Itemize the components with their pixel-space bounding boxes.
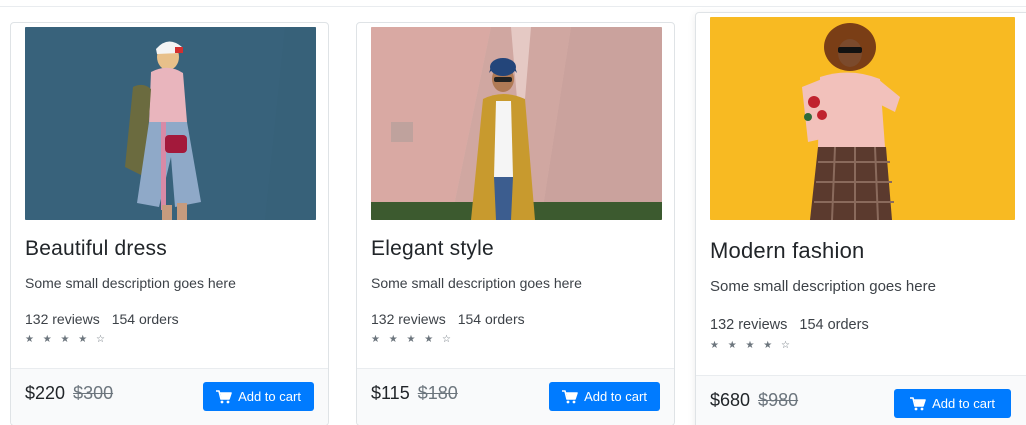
product-description: Some small description goes here: [371, 275, 582, 291]
product-title[interactable]: Elegant style: [371, 237, 660, 261]
top-divider: [0, 6, 1026, 7]
orders-count: 154 orders: [799, 317, 869, 333]
product-title[interactable]: Modern fashion: [710, 238, 1015, 264]
old-price: $980: [758, 390, 799, 410]
add-to-cart-label: Add to cart: [238, 389, 301, 404]
product-stats: 132 reviews 154 orders: [25, 311, 314, 327]
rating-stars: ★ ★ ★ ★ ☆: [371, 334, 454, 345]
add-to-cart-label: Add to cart: [584, 389, 647, 404]
model-photo-pink-building: [371, 27, 662, 220]
add-to-cart-label: Add to cart: [932, 396, 995, 411]
current-price: $115: [371, 383, 410, 403]
current-price: $680: [710, 390, 751, 410]
reviews-count: 132 reviews: [710, 317, 788, 333]
card-footer: $115 $180 Add to cart: [357, 368, 674, 425]
product-description: Some small description goes here: [25, 275, 236, 291]
orders-count: 154 orders: [457, 311, 525, 327]
product-image[interactable]: [710, 17, 1015, 220]
add-to-cart-button[interactable]: Add to cart: [203, 382, 314, 411]
rating-stars: ★ ★ ★ ★ ☆: [25, 334, 108, 345]
cart-icon: [216, 389, 232, 403]
product-image[interactable]: [25, 27, 316, 220]
price: $115 $180: [371, 383, 458, 404]
model-photo-blue-wall: [25, 27, 316, 220]
old-price: $180: [417, 383, 458, 403]
product-card-elegant-style: Elegant style Some small description goe…: [356, 22, 675, 425]
card-footer: $220 $300 Add to cart: [11, 368, 328, 425]
product-image[interactable]: [371, 27, 662, 220]
orders-count: 154 orders: [111, 311, 179, 327]
current-price: $220: [25, 383, 66, 403]
price: $220 $300: [25, 383, 113, 404]
rating-stars: ★ ★ ★ ★ ☆: [710, 340, 793, 351]
cart-icon: [910, 396, 926, 410]
cart-icon: [562, 389, 578, 403]
add-to-cart-button[interactable]: Add to cart: [894, 389, 1011, 418]
product-stats: 132 reviews 154 orders: [710, 317, 1015, 333]
card-footer: $680 $980 Add to cart: [696, 375, 1026, 425]
model-photo-yellow-wall: [710, 17, 1015, 220]
product-card-beautiful-dress: Beautiful dress Some small description g…: [10, 22, 329, 425]
product-title[interactable]: Beautiful dress: [25, 237, 314, 261]
product-stats: 132 reviews 154 orders: [371, 311, 660, 327]
product-description: Some small description goes here: [710, 278, 936, 295]
reviews-count: 132 reviews: [371, 311, 446, 327]
reviews-count: 132 reviews: [25, 311, 100, 327]
product-card-modern-fashion: Modern fashion Some small description go…: [695, 12, 1026, 425]
price: $680 $980: [710, 390, 798, 411]
old-price: $300: [73, 383, 114, 403]
add-to-cart-button[interactable]: Add to cart: [549, 382, 660, 411]
